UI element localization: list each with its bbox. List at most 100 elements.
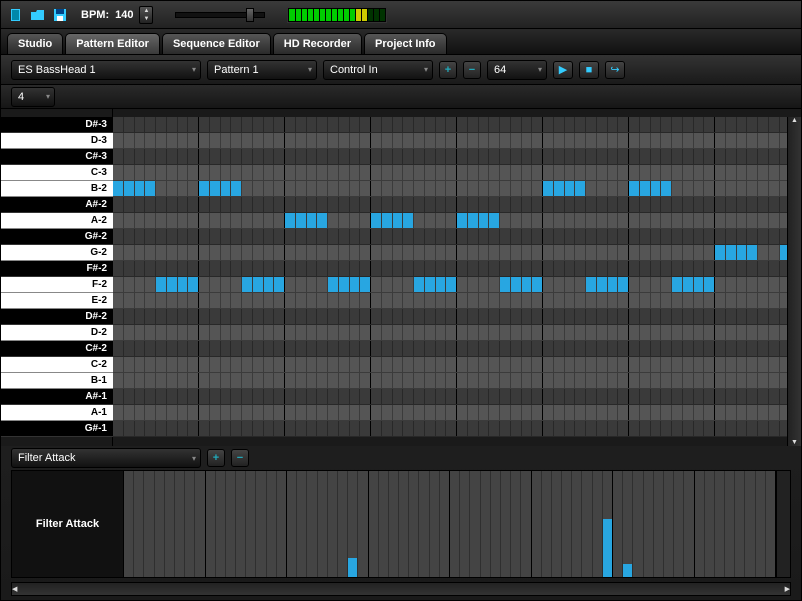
key-C-3[interactable]: C-3 (1, 165, 113, 181)
grid-row[interactable] (113, 229, 801, 245)
note[interactable] (747, 245, 757, 260)
note[interactable] (210, 181, 220, 196)
note[interactable] (468, 213, 478, 228)
automation-cell[interactable] (236, 471, 246, 577)
key-B-2[interactable]: B-2 (1, 181, 113, 197)
automation-cell[interactable] (542, 471, 552, 577)
grid-row[interactable] (113, 293, 801, 309)
grid-row[interactable] (113, 277, 801, 293)
beats-dropdown[interactable]: 4 (11, 87, 55, 107)
note[interactable] (339, 277, 349, 292)
automation-cell[interactable] (715, 471, 725, 577)
note[interactable] (532, 277, 542, 292)
automation-cell[interactable] (562, 471, 572, 577)
automation-cell[interactable] (246, 471, 256, 577)
note[interactable] (231, 181, 241, 196)
key-D#-3[interactable]: D#-3 (1, 117, 113, 133)
note[interactable] (360, 277, 370, 292)
automation-cell[interactable] (338, 471, 348, 577)
note[interactable] (543, 181, 553, 196)
note[interactable] (446, 277, 456, 292)
automation-side-scroll[interactable] (776, 471, 790, 577)
grid-row[interactable] (113, 181, 801, 197)
automation-cell[interactable] (470, 471, 480, 577)
note[interactable] (382, 213, 392, 228)
automation-cell[interactable] (256, 471, 266, 577)
horizontal-scrollbar[interactable]: ◀▶ (11, 582, 791, 596)
note[interactable] (737, 245, 747, 260)
key-F#-2[interactable]: F#-2 (1, 261, 113, 277)
automation-cell[interactable] (756, 471, 766, 577)
automation-cell[interactable] (358, 471, 368, 577)
automation-value[interactable] (603, 519, 612, 577)
automation-cell[interactable] (582, 471, 592, 577)
note[interactable] (113, 181, 123, 196)
tab-sequence-editor[interactable]: Sequence Editor (162, 33, 271, 54)
remove-button[interactable]: − (463, 61, 481, 79)
automation-cell[interactable] (399, 471, 409, 577)
automation-cell[interactable] (379, 471, 389, 577)
note[interactable] (661, 181, 671, 196)
note[interactable] (274, 277, 284, 292)
note[interactable] (403, 213, 413, 228)
note[interactable] (597, 277, 607, 292)
tab-pattern-editor[interactable]: Pattern Editor (65, 33, 160, 54)
grid-row[interactable] (113, 309, 801, 325)
note[interactable] (554, 181, 564, 196)
grid-row[interactable] (113, 341, 801, 357)
vertical-scrollbar[interactable]: ▲▼ (787, 117, 801, 446)
automation-cell[interactable] (633, 471, 643, 577)
tab-hd-recorder[interactable]: HD Recorder (273, 33, 362, 54)
automation-cell[interactable] (735, 471, 745, 577)
note[interactable] (425, 277, 435, 292)
note[interactable] (565, 181, 575, 196)
automation-cell[interactable] (328, 471, 338, 577)
automation-cell[interactable] (216, 471, 226, 577)
automation-add-button[interactable]: + (207, 449, 225, 467)
key-A-2[interactable]: A-2 (1, 213, 113, 229)
note[interactable] (328, 277, 338, 292)
key-D#-2[interactable]: D#-2 (1, 309, 113, 325)
key-C#-2[interactable]: C#-2 (1, 341, 113, 357)
automation-cell[interactable] (287, 471, 297, 577)
note[interactable] (350, 277, 360, 292)
note[interactable] (178, 277, 188, 292)
save-file-icon[interactable] (51, 6, 69, 24)
automation-cell[interactable] (705, 471, 715, 577)
note[interactable] (511, 277, 521, 292)
automation-cell[interactable] (674, 471, 684, 577)
note[interactable] (575, 181, 585, 196)
key-A#-1[interactable]: A#-1 (1, 389, 113, 405)
automation-cell[interactable] (206, 471, 216, 577)
note[interactable] (704, 277, 714, 292)
grid-row[interactable] (113, 165, 801, 181)
grid-row[interactable] (113, 213, 801, 229)
grid-row[interactable] (113, 405, 801, 421)
automation-cell[interactable] (623, 471, 633, 577)
note[interactable] (618, 277, 628, 292)
automation-cell[interactable] (654, 471, 664, 577)
grid-row[interactable] (113, 357, 801, 373)
automation-cell[interactable] (521, 471, 531, 577)
automation-cell[interactable] (440, 471, 450, 577)
note[interactable] (124, 181, 134, 196)
note[interactable] (608, 277, 618, 292)
automation-cell[interactable] (267, 471, 277, 577)
bpm-stepper[interactable]: ▲▼ (139, 6, 153, 24)
note[interactable] (672, 277, 682, 292)
automation-cell[interactable] (725, 471, 735, 577)
automation-cell[interactable] (481, 471, 491, 577)
note[interactable] (683, 277, 693, 292)
automation-cell[interactable] (409, 471, 419, 577)
automation-cell[interactable] (165, 471, 175, 577)
automation-cell[interactable] (593, 471, 603, 577)
key-D-3[interactable]: D-3 (1, 133, 113, 149)
grid-row[interactable] (113, 421, 801, 437)
automation-cell[interactable] (277, 471, 287, 577)
automation-cell[interactable] (552, 471, 562, 577)
automation-cell[interactable] (511, 471, 521, 577)
note[interactable] (167, 277, 177, 292)
automation-cell[interactable] (318, 471, 328, 577)
automation-cell[interactable] (124, 471, 134, 577)
note[interactable] (414, 277, 424, 292)
